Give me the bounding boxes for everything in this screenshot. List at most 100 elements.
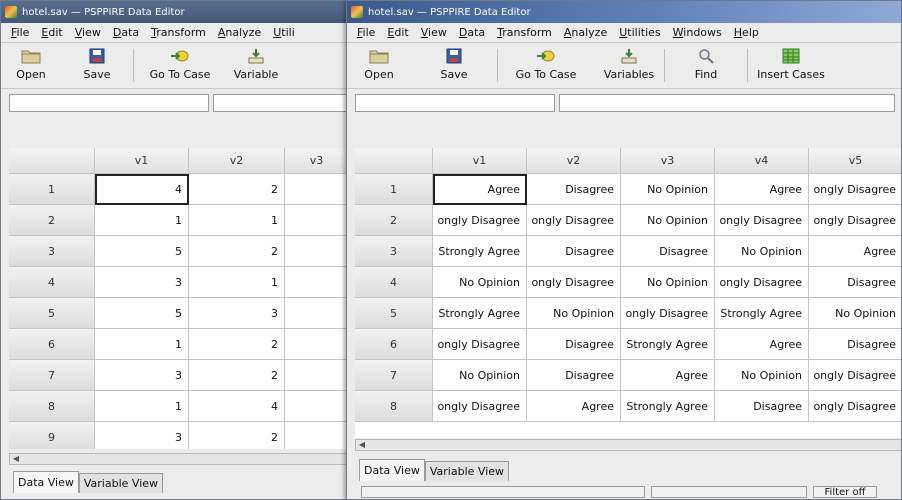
row-header[interactable]: 1 (9, 174, 95, 205)
row-header[interactable]: 9 (9, 422, 95, 449)
grid-corner[interactable] (9, 148, 95, 174)
data-cell[interactable]: ongly Disagree (527, 205, 621, 236)
data-cell[interactable]: ongly Disagree (809, 391, 901, 422)
selected-data-cell[interactable]: 4 (95, 174, 189, 205)
toolbar-save-button[interactable]: Save (411, 43, 497, 88)
column-header-v2[interactable]: v2 (527, 148, 621, 174)
data-cell[interactable]: Strongly Agree (433, 236, 527, 267)
data-cell[interactable]: Agree (527, 391, 621, 422)
toolbar-find-button[interactable]: Find (665, 43, 747, 88)
row-header[interactable]: 7 (355, 360, 433, 391)
data-cell[interactable]: 5 (95, 236, 189, 267)
data-cell[interactable]: 3 (189, 298, 285, 329)
left-cell-value-field[interactable] (213, 94, 349, 112)
column-header-v1[interactable]: v1 (433, 148, 527, 174)
data-cell[interactable]: ongly Disagree (715, 267, 809, 298)
data-cell[interactable]: Disagree (621, 236, 715, 267)
toolbar-save-button[interactable]: Save (61, 43, 133, 88)
data-cell[interactable]: No Opinion (433, 267, 527, 298)
menu-data[interactable]: Data (107, 26, 145, 39)
data-cell[interactable]: Agree (809, 236, 901, 267)
row-header[interactable]: 8 (9, 391, 95, 422)
row-header[interactable]: 1 (355, 174, 433, 205)
data-cell[interactable] (285, 422, 349, 449)
data-cell[interactable]: No Opinion (621, 267, 715, 298)
row-header[interactable]: 2 (9, 205, 95, 236)
data-cell[interactable]: 2 (189, 174, 285, 205)
toolbar-variable-button[interactable]: Variable (226, 43, 286, 88)
menu-windows[interactable]: Windows (667, 26, 728, 39)
menu-utili[interactable]: Utili (267, 26, 301, 39)
data-cell[interactable] (285, 391, 349, 422)
menu-analyze[interactable]: Analyze (558, 26, 613, 39)
data-cell[interactable]: Strongly Agree (715, 298, 809, 329)
data-cell[interactable]: 4 (189, 391, 285, 422)
right-horizontal-scrollbar[interactable]: ◀ (355, 439, 901, 451)
column-header-v2[interactable]: v2 (189, 148, 285, 174)
right-cell-reference-field[interactable] (355, 94, 555, 112)
menu-edit[interactable]: Edit (381, 26, 414, 39)
data-cell[interactable]: No Opinion (715, 360, 809, 391)
menu-data[interactable]: Data (453, 26, 491, 39)
data-cell[interactable] (285, 174, 349, 205)
data-cell[interactable]: ongly Disagree (809, 205, 901, 236)
data-cell[interactable]: 1 (189, 267, 285, 298)
tab-variable-view[interactable]: Variable View (78, 473, 164, 493)
toolbar-variables-button[interactable]: Variables (594, 43, 664, 88)
menu-transform[interactable]: Transform (145, 26, 212, 39)
data-cell[interactable] (285, 236, 349, 267)
data-cell[interactable]: Disagree (809, 267, 901, 298)
menu-utilities[interactable]: Utilities (613, 26, 666, 39)
data-cell[interactable] (285, 329, 349, 360)
data-cell[interactable]: Disagree (809, 329, 901, 360)
toolbar-go-to-case-button[interactable]: Go To Case (134, 43, 226, 88)
menu-view[interactable]: View (415, 26, 453, 39)
data-cell[interactable]: 2 (189, 360, 285, 391)
menu-view[interactable]: View (69, 26, 107, 39)
tab-data-view[interactable]: Data View (359, 459, 425, 481)
data-cell[interactable]: ongly Disagree (527, 267, 621, 298)
tab-variable-view[interactable]: Variable View (424, 461, 510, 481)
data-cell[interactable]: 3 (95, 422, 189, 449)
data-cell[interactable] (285, 360, 349, 391)
data-cell[interactable]: 1 (95, 205, 189, 236)
menu-edit[interactable]: Edit (35, 26, 68, 39)
data-cell[interactable]: Disagree (527, 329, 621, 360)
toolbar-open-button[interactable]: Open (347, 43, 411, 88)
data-cell[interactable]: 1 (95, 391, 189, 422)
data-cell[interactable]: ongly Disagree (715, 205, 809, 236)
menu-file[interactable]: File (5, 26, 35, 39)
data-cell[interactable]: No Opinion (527, 298, 621, 329)
row-header[interactable]: 5 (355, 298, 433, 329)
column-header-v1[interactable]: v1 (95, 148, 189, 174)
data-cell[interactable]: ongly Disagree (809, 360, 901, 391)
data-cell[interactable]: No Opinion (809, 298, 901, 329)
data-cell[interactable]: Agree (715, 174, 809, 205)
left-title-bar[interactable]: hotel.sav — PSPPIRE Data Editor (1, 1, 349, 23)
data-cell[interactable]: Strongly Agree (621, 391, 715, 422)
data-cell[interactable]: 2 (189, 329, 285, 360)
grid-corner[interactable] (355, 148, 433, 174)
data-cell[interactable]: No Opinion (621, 205, 715, 236)
menu-analyze[interactable]: Analyze (212, 26, 267, 39)
data-cell[interactable] (285, 298, 349, 329)
row-header[interactable]: 6 (9, 329, 95, 360)
data-cell[interactable] (285, 205, 349, 236)
row-header[interactable]: 2 (355, 205, 433, 236)
data-cell[interactable]: ongly Disagree (433, 329, 527, 360)
data-cell[interactable]: 3 (95, 360, 189, 391)
column-header-v4[interactable]: v4 (715, 148, 809, 174)
selected-data-cell[interactable]: Agree (433, 174, 527, 205)
tab-data-view[interactable]: Data View (13, 471, 79, 493)
row-header[interactable]: 7 (9, 360, 95, 391)
data-cell[interactable]: 3 (95, 267, 189, 298)
menu-transform[interactable]: Transform (491, 26, 558, 39)
data-cell[interactable]: 2 (189, 422, 285, 449)
menu-file[interactable]: File (351, 26, 381, 39)
scroll-left-arrow-icon[interactable]: ◀ (357, 440, 367, 450)
data-cell[interactable]: 1 (189, 205, 285, 236)
column-header-v3[interactable]: v3 (621, 148, 715, 174)
left-horizontal-scrollbar[interactable]: ◀ (9, 453, 349, 465)
data-cell[interactable]: Agree (715, 329, 809, 360)
data-cell[interactable]: ongly Disagree (809, 174, 901, 205)
